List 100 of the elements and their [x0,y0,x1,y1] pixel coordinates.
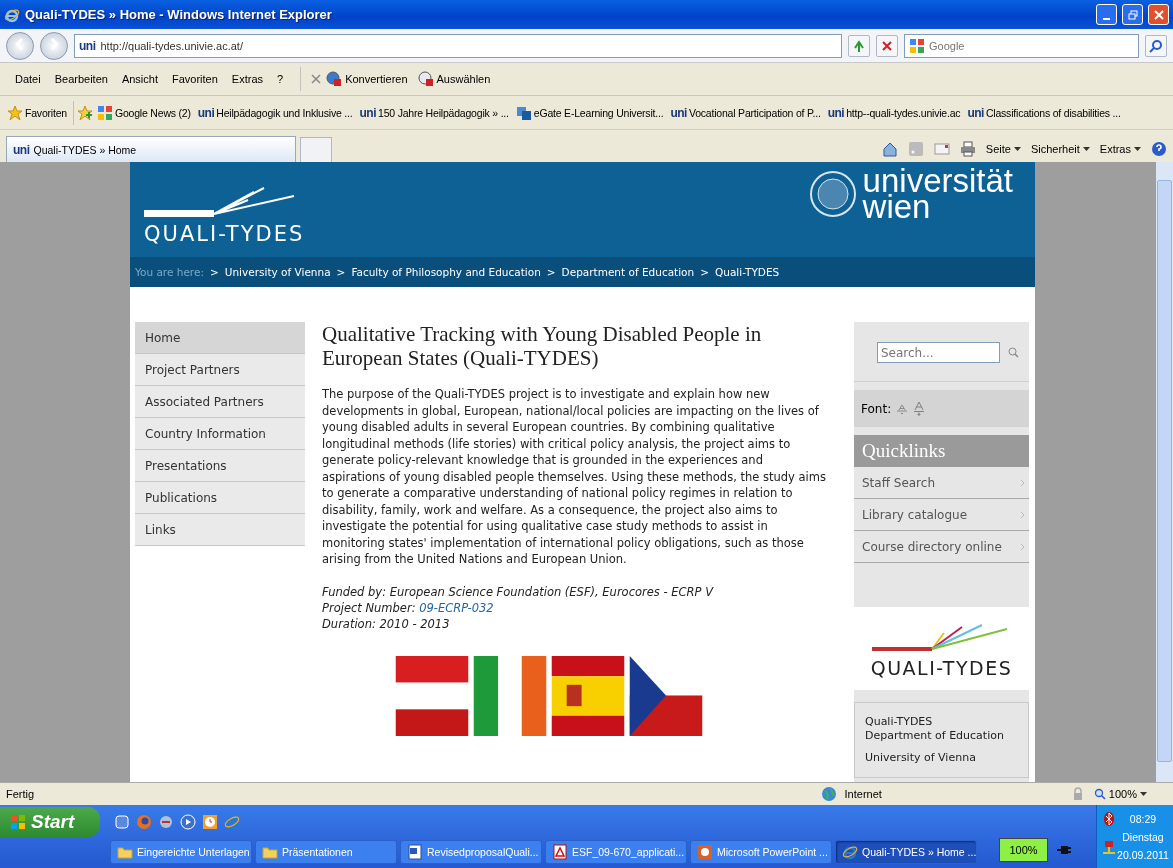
uni-logo: uni [670,105,687,120]
forward-button[interactable] [40,31,68,60]
nav-item[interactable]: Publications [135,482,305,514]
nav-item[interactable]: Project Partners [135,354,305,386]
bookmark-link[interactable]: uni Classifications of disabilities ... [964,105,1124,120]
search-icon[interactable] [1008,347,1019,358]
network-icon[interactable] [1101,839,1117,855]
google-icon [97,104,113,121]
quick-link[interactable]: Course directory online [862,539,1002,554]
folder-icon [117,844,133,860]
add-favorite-icon[interactable] [77,104,93,121]
new-tab-button[interactable] [300,137,332,162]
clock-icon[interactable] [202,813,218,830]
project-logo: QUALI-TYDES [854,607,1029,690]
quick-link[interactable]: Staff Search [862,475,935,490]
funding-line: Duration: 2010 - 2013 [322,615,451,632]
favorites-button[interactable]: Favoriten [4,104,70,121]
bookmark-link[interactable]: uni http--quali-tydes.univie.ac [824,105,964,120]
bookmark-link[interactable]: eGate E-Learning Universit... [512,104,667,121]
printer-icon[interactable] [959,141,976,157]
caret-icon [1013,146,1021,152]
start-button[interactable]: Start [0,806,100,837]
menu-item[interactable]: Extras [224,73,271,85]
taskbar-button[interactable]: ESF_09-670_applicati... [545,840,687,864]
refresh-button[interactable] [848,34,870,57]
help-icon[interactable] [1151,141,1167,157]
site-logo[interactable]: QUALI-TYDES [144,162,305,257]
menu-item[interactable]: ? [270,73,291,85]
nav-item[interactable]: Links [135,514,305,546]
command-menu[interactable]: Seite [985,143,1021,155]
close-button[interactable] [1148,4,1169,25]
bookmark-link[interactable]: uni Vocational Participation of P... [667,105,824,120]
search-provider-icon [909,37,925,54]
media-player-icon[interactable] [180,813,196,830]
nav-item[interactable]: Presentations [135,450,305,482]
globe-icon [820,786,837,802]
menu-item[interactable]: Ansicht [114,73,165,85]
caret-icon [1082,146,1090,152]
taskbar-button[interactable]: Microsoft PowerPoint ... [690,840,832,864]
breadcrumb-link[interactable]: Faculty of Philosophy and Education [351,266,541,278]
quicklinks-heading: Quicklinks [854,435,1029,467]
university-logo[interactable]: universität wien [808,162,1013,224]
breadcrumb-link[interactable]: Department of Education [561,266,695,278]
breadcrumb-link[interactable]: University of Vienna [224,266,331,278]
web-search-field[interactable]: Google [904,33,1139,58]
status-text: Fertig [6,788,35,800]
font-label: Font: [861,401,892,416]
font-larger-icon[interactable] [913,400,926,417]
bookmark-link[interactable]: uni 150 Jahre Heilpädagogik » ... [356,105,512,120]
nav-item[interactable]: Home [135,322,305,354]
taskbar-button[interactable]: RevisedproposalQuali... [400,840,542,864]
breadcrumb-separator: > [700,266,709,278]
breadcrumb-separator: > [209,266,219,278]
restore-button[interactable] [1122,4,1143,25]
nav-item[interactable]: Country Information [135,418,305,450]
app-icon[interactable] [114,813,130,830]
zoom-level[interactable]: 100% [1093,788,1147,800]
window-title: Quali-TYDES » Home - Windows Internet Explorer [25,7,333,22]
quick-link[interactable]: Library catalogue [862,507,968,522]
taskbar-button[interactable]: Quali-TYDES » Home ... [835,840,977,864]
command-menu[interactable]: Extras [1099,143,1141,155]
uni-logo: uni [359,105,376,120]
uni-logo: uni [967,105,984,120]
pdf-icon [552,844,568,860]
menu-item[interactable]: Favoriten [165,73,225,85]
convert-button[interactable]: Konvertieren [321,71,413,87]
site-search-field[interactable]: Search... [877,342,1000,363]
search-button[interactable] [1145,34,1167,57]
menu-item[interactable]: Bearbeiten [47,73,115,85]
uni-logo: uni [827,105,845,120]
menu-item[interactable]: Datei [8,73,48,85]
taskbar-button[interactable]: Präsentationen [255,840,397,864]
minimize-button[interactable] [1096,4,1117,25]
star-icon [7,104,23,121]
nav-item[interactable]: Associated Partners [135,386,305,418]
funding-line: Funded by: European Science Foundation (ESF), Eurocores - ECRP V [322,583,715,600]
taskbar-button[interactable]: Eingereichte Unterlagen [110,840,252,864]
command-menu[interactable]: Sicherheit [1030,143,1090,155]
zoom-icon [1093,788,1106,800]
search-icon [1149,38,1163,53]
bookmark-link[interactable]: Google News (2) [94,104,194,121]
breadcrumb-separator: > [546,266,556,278]
start-logo-icon [10,813,26,830]
address-field[interactable]: uni http://quali-tydes.univie.ac.at/ [74,33,842,58]
chevron-icon [1020,510,1025,519]
zone-label: Internet [844,788,882,800]
bookmark-link[interactable]: uni Heilpädagogik und Inklusive ... [194,105,356,120]
browser-tab[interactable]: uni Quali-TYDES » Home [6,136,296,162]
home-icon[interactable] [881,141,898,157]
close-icon[interactable] [311,74,322,84]
breadcrumb-link[interactable]: Quali-TYDES [715,266,780,278]
project-link[interactable]: 09-ECRP-032 [419,600,494,615]
address-line: University of Vienna [865,751,977,765]
scrollbar[interactable] [1156,162,1173,782]
select-button[interactable]: Auswählen [412,71,496,87]
bluetooth-icon[interactable] [1101,811,1117,827]
stop-button[interactable] [876,34,898,57]
back-button[interactable] [6,31,34,60]
caret-icon [1134,146,1141,152]
breadcrumb-label: You are here: [135,266,204,278]
